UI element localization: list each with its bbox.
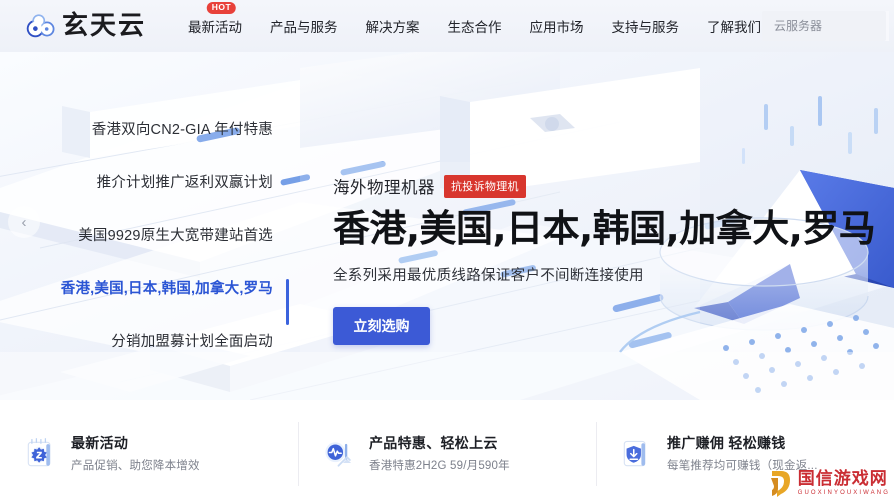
feature-card-1[interactable]: 产品特惠、轻松上云 香港特惠2H2G 59/月590年	[298, 408, 596, 500]
search-box[interactable]	[762, 11, 894, 41]
nav-item-2[interactable]: 解决方案	[352, 0, 434, 52]
shield-reward-icon	[623, 440, 646, 467]
feature-card-text-0: 最新活动 产品促销、助您降本增效	[71, 434, 200, 473]
side-item-2[interactable]: 美国9929原生大宽带建站首选	[57, 226, 289, 253]
cloud-logo-icon	[26, 14, 55, 38]
side-item-3[interactable]: 香港,美国,日本,韩国,加拿大,罗马	[57, 279, 289, 325]
hero-carousel: ‹ 香港双向CN2-GIA 年付特惠 推介计划推广返利双赢计划 美国9929原生…	[0, 52, 894, 400]
nav-label-6: 了解我们	[707, 20, 762, 35]
side-item-1[interactable]: 推介计划推广返利双赢计划	[57, 173, 289, 200]
nav-label-0: 最新活动	[188, 20, 243, 35]
nav-item-3[interactable]: 生态合作	[434, 0, 516, 52]
hero-subline: 全系列采用最优质线路保证客户不间断连接使用	[333, 267, 644, 284]
logo-text: 玄天云	[62, 11, 147, 41]
buy-now-button[interactable]: 立刻选购	[333, 306, 430, 345]
nav-item-4[interactable]: 应用市场	[516, 0, 598, 52]
feature-card-desc-0: 产品促销、助您降本增效	[71, 459, 200, 472]
hero-headline: 香港,美国,日本,韩国,加拿大,罗马	[333, 207, 876, 250]
hero-copy: 海外物理机器 抗投诉物理机 香港,美国,日本,韩国,加拿大,罗马 全系列采用最优…	[333, 174, 876, 345]
site-watermark: 国信游戏网 GUOXINYOUXIWANG	[768, 468, 890, 498]
watermark-main: 国信游戏网	[797, 468, 888, 489]
feature-card-0[interactable]: 最新活动 产品促销、助您降本增效	[0, 408, 298, 500]
hero-kicker-row: 海外物理机器 抗投诉物理机	[333, 174, 875, 198]
feature-card-text-1: 产品特惠、轻松上云 香港特惠2H2G 59/月590年	[369, 434, 510, 473]
search-input[interactable]	[774, 19, 894, 33]
main-nav: HOT 最新活动 产品与服务 解决方案 生态合作 应用市场 支持与服务 了解我们	[174, 0, 775, 52]
nav-label-3: 生态合作	[447, 20, 502, 35]
side-item-4[interactable]: 分销加盟募计划全面启动	[57, 332, 289, 359]
cloud-pulse-icon	[325, 442, 352, 467]
feature-cards: 最新活动 产品促销、助您降本增效 产品特惠、轻松上云 香港特惠2H2G 59/月…	[0, 408, 894, 500]
watermark-text: 国信游戏网 GUOXINYOUXIWANG	[797, 468, 890, 496]
nav-label-2: 解决方案	[365, 20, 420, 35]
carousel-prev-button[interactable]: ‹	[8, 206, 40, 238]
hero-kicker: 海外物理机器	[333, 179, 435, 197]
site-logo[interactable]: 玄天云	[26, 13, 146, 39]
hero-side-list: 香港双向CN2-GIA 年付特惠 推介计划推广返利双赢计划 美国9929原生大宽…	[57, 120, 289, 359]
feature-card-title-0: 最新活动	[71, 435, 129, 452]
feature-card-desc-1: 香港特惠2H2G 59/月590年	[369, 459, 510, 472]
side-item-0[interactable]: 香港双向CN2-GIA 年付特惠	[57, 120, 289, 147]
feature-card-title-2: 推广赚佣 轻松赚钱	[667, 435, 786, 452]
hot-badge: HOT	[206, 2, 237, 15]
watermark-sub: GUOXINYOUXIWANG	[797, 489, 890, 496]
nav-item-5[interactable]: 支持与服务	[598, 0, 694, 52]
nav-label-4: 应用市场	[529, 20, 584, 35]
hero-kicker-badge: 抗投诉物理机	[444, 174, 526, 198]
feature-card-title-1: 产品特惠、轻松上云	[369, 435, 498, 452]
nav-item-0[interactable]: HOT 最新活动	[174, 0, 256, 52]
watermark-logo-icon	[770, 471, 790, 497]
calendar-activity-icon	[27, 438, 51, 467]
nav-item-1[interactable]: 产品与服务	[256, 0, 352, 52]
page-root: 玄天云 HOT 最新活动 产品与服务 解决方案 生态合作 应用市场 支持与服务	[0, 0, 894, 500]
site-header: 玄天云 HOT 最新活动 产品与服务 解决方案 生态合作 应用市场 支持与服务	[0, 0, 894, 52]
nav-label-5: 支持与服务	[611, 20, 680, 35]
nav-label-1: 产品与服务	[270, 20, 338, 35]
